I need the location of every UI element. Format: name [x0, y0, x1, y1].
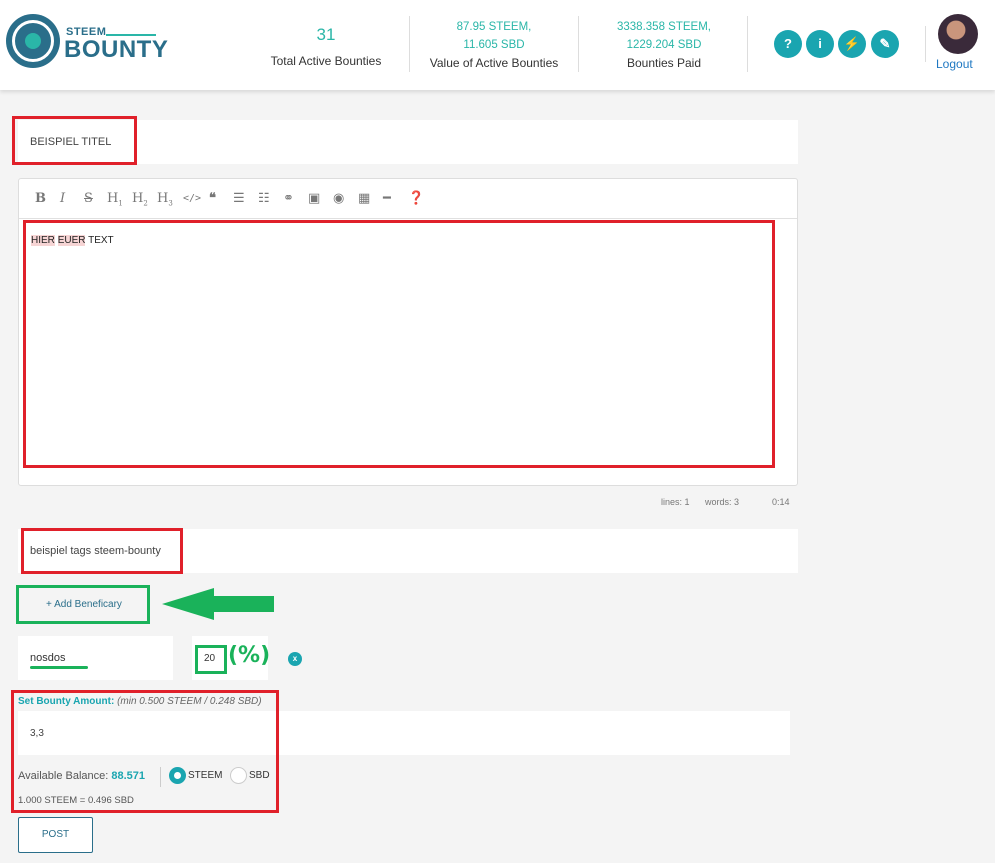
logout-link[interactable]: Logout	[936, 57, 973, 71]
help-icon[interactable]: ?	[774, 30, 802, 58]
editor-cursor-time: 0:14	[772, 497, 790, 507]
annotation-arrow-icon	[162, 588, 274, 620]
stat-bounties-paid: 3338.358 STEEM, 1229.204 SBD Bounties Pa…	[617, 21, 711, 70]
remove-beneficiary-button[interactable]: x	[288, 652, 302, 666]
table-icon[interactable]: ▦	[358, 191, 370, 206]
annotation-box-percent	[195, 645, 227, 674]
beneficiary-username-input[interactable]: nosdos	[18, 636, 173, 680]
post-button[interactable]: POST	[18, 817, 93, 853]
image-icon[interactable]: ▣	[308, 191, 320, 206]
annotation-box-add-beneficiary	[16, 585, 150, 624]
heading1-icon[interactable]: H1	[107, 191, 123, 208]
lightning-icon[interactable]: ⚡	[838, 30, 866, 58]
logo-badge-icon	[6, 14, 60, 68]
annotation-box-editor	[23, 220, 775, 468]
top-header: STEEM BOUNTY 31 Total Active Bounties 87…	[0, 0, 995, 90]
numbered-list-icon[interactable]: ☷	[258, 191, 270, 206]
editor-word-count: words: 3	[705, 497, 740, 507]
info-icon[interactable]: i	[806, 30, 834, 58]
stat-active-bounties: 31 Total Active Bounties	[270, 25, 382, 68]
annotation-box-title	[12, 116, 137, 165]
beneficiary-username-value: nosdos	[30, 652, 66, 664]
strikethrough-icon[interactable]: S	[84, 191, 93, 206]
heading3-icon[interactable]: H3	[157, 191, 173, 208]
editor-toolbar: B I S H1 H2 H3 </> ❝ ☰ ☷ ⚭ ▣ ◉ ▦ ━ ❓	[19, 179, 797, 219]
link-icon[interactable]: ⚭	[283, 191, 294, 206]
editor-line-count: lines: 1	[661, 497, 690, 507]
preview-eye-icon[interactable]: ◉	[333, 191, 344, 206]
italic-icon[interactable]: I	[60, 191, 65, 206]
percent-label: (%)	[228, 643, 271, 668]
code-icon[interactable]: </>	[183, 193, 201, 204]
avatar[interactable]	[938, 14, 978, 54]
heading2-icon[interactable]: H2	[132, 191, 148, 208]
bullet-list-icon[interactable]: ☰	[233, 191, 245, 206]
bold-icon[interactable]: B	[35, 191, 46, 206]
logo-text-bounty: BOUNTY	[64, 36, 169, 63]
pencil-icon[interactable]: ✎	[871, 30, 899, 58]
horizontal-rule-icon[interactable]: ━	[383, 191, 391, 206]
steem-bounty-logo[interactable]: STEEM BOUNTY	[6, 14, 169, 70]
annotation-box-amount	[11, 690, 279, 813]
annotation-box-tags	[21, 528, 183, 574]
stat-active-value: 87.95 STEEM, 11.605 SBD Value of Active …	[429, 21, 559, 70]
quote-icon[interactable]: ❝	[209, 191, 216, 206]
help-icon[interactable]: ❓	[408, 191, 424, 206]
